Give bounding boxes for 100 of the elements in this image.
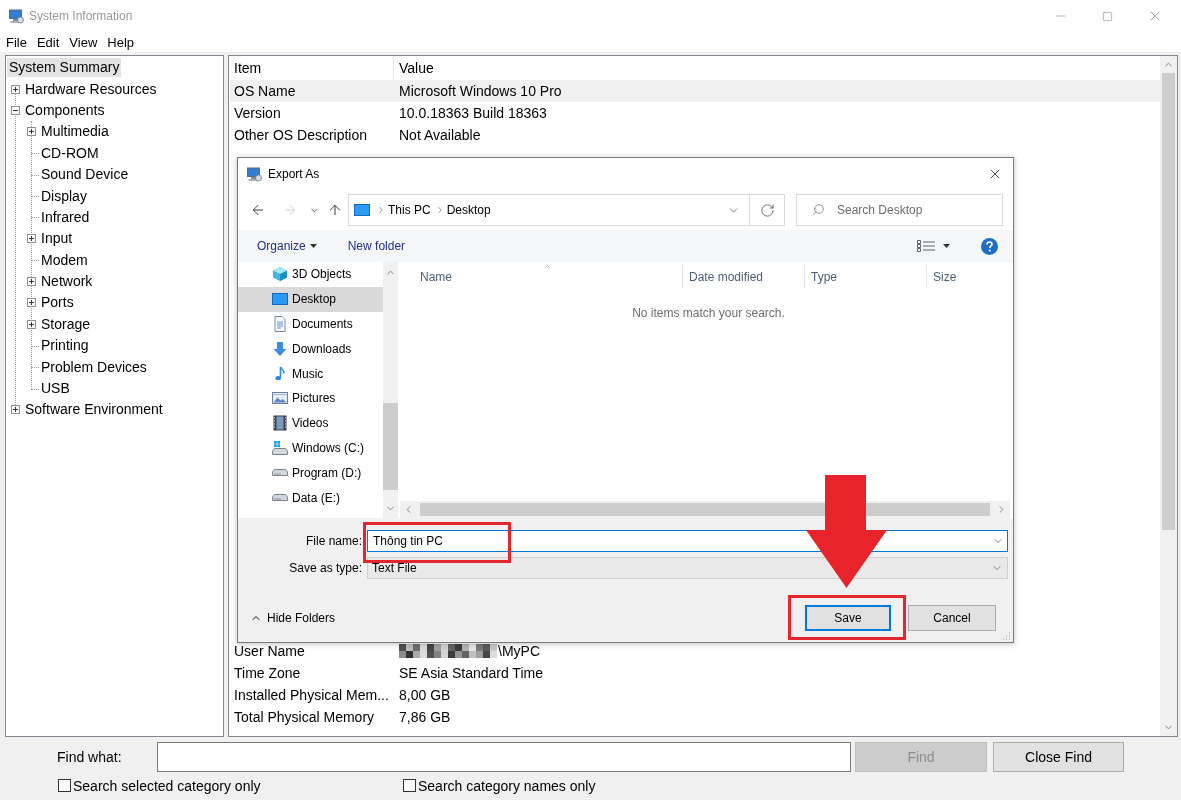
menu-item[interactable]: File <box>1 32 32 52</box>
checkbox-label[interactable]: Search category names only <box>418 777 596 794</box>
table-cell-text: Installed Physical Mem... <box>233 686 390 706</box>
tree-item[interactable]: Display <box>39 186 89 206</box>
address-bar[interactable]: This PC Desktop <box>348 194 785 226</box>
tree-item[interactable]: Input <box>39 229 75 249</box>
picture-icon <box>272 392 288 405</box>
plus-box-icon[interactable] <box>26 277 36 287</box>
toolbar-label: Organize <box>257 239 306 253</box>
download-arrow-icon <box>272 340 288 357</box>
scroll-thumb[interactable] <box>383 403 398 490</box>
plus-box-icon[interactable] <box>26 127 36 137</box>
dialog-button[interactable]: Cancel <box>908 605 996 631</box>
table-cell-text: Version <box>233 103 282 123</box>
tree-item[interactable]: Network <box>39 272 95 292</box>
table-cell-text: Microsoft Windows 10 Pro <box>398 81 563 101</box>
table-row[interactable]: User Name \MyPC <box>230 640 1160 663</box>
breadcrumb-item[interactable]: Desktop <box>444 203 493 217</box>
checkbox[interactable] <box>403 779 416 792</box>
plus-box-icon[interactable] <box>26 319 36 329</box>
nav-item[interactable]: 3D Objects <box>238 262 383 287</box>
file-type-dropdown[interactable]: Text File <box>367 557 1008 579</box>
scrollbar[interactable] <box>400 501 1010 518</box>
table-row[interactable]: Total Physical Memory 7,86 GB <box>230 706 1160 729</box>
plus-box-icon[interactable] <box>10 84 20 94</box>
menu-item[interactable]: View <box>64 32 103 52</box>
table-row[interactable]: OS Name Microsoft Windows 10 Pro <box>230 80 1160 103</box>
menu-item[interactable]: Edit <box>31 32 65 52</box>
table-cell-text: Time Zone <box>233 664 302 684</box>
tree-item[interactable]: CD-ROM <box>39 143 101 163</box>
tree-item[interactable]: Ports <box>39 293 76 313</box>
table-row[interactable]: Version 10.0.18363 Build 18363 <box>230 102 1160 125</box>
music-note-icon <box>275 366 285 382</box>
nav-item[interactable]: Videos <box>238 410 383 436</box>
nav-item[interactable]: Windows (C:) <box>238 435 383 461</box>
details-view-icon <box>917 239 935 253</box>
resize-grip-icon[interactable] <box>1002 631 1011 640</box>
tree-item[interactable]: Software Environment <box>23 400 165 420</box>
column-header[interactable]: Size <box>927 265 1013 288</box>
nav-item[interactable]: Program (D:) <box>238 460 383 486</box>
search-icon <box>812 203 825 216</box>
computer-icon <box>246 166 262 182</box>
nav-item[interactable]: Data (E:) <box>238 485 383 510</box>
computer-icon <box>8 8 24 24</box>
plus-box-icon[interactable] <box>10 405 20 415</box>
search-field[interactable]: Search Desktop <box>796 194 1003 226</box>
tree-item[interactable]: System Summary <box>7 58 122 78</box>
nav-item[interactable]: Downloads <box>238 336 383 362</box>
refresh-icon <box>759 202 775 218</box>
table-cell-text: Total Physical Memory <box>233 708 376 728</box>
nav-item[interactable]: Music <box>238 361 383 386</box>
find-bar-button[interactable]: Close Find <box>993 742 1124 772</box>
plus-box-icon[interactable] <box>26 234 36 244</box>
table-row[interactable]: Other OS Description Not Available <box>230 124 1160 147</box>
tree-item[interactable]: Hardware Resources <box>23 79 159 99</box>
desktop-icon <box>354 204 370 216</box>
tree-item[interactable]: Sound Device <box>39 165 131 185</box>
nav-item[interactable]: Pictures <box>238 386 383 411</box>
tree-item[interactable]: Storage <box>39 314 93 334</box>
column-header[interactable]: Type <box>805 265 927 288</box>
table-cell-text: User Name <box>233 641 306 661</box>
scrollbar[interactable] <box>1160 56 1177 736</box>
plus-box-icon[interactable] <box>26 298 36 308</box>
film-icon <box>273 415 287 432</box>
tree-item[interactable]: Multimedia <box>39 122 111 142</box>
caret-icon <box>943 244 950 248</box>
table-cell-text: SE Asia Standard Time <box>398 664 544 684</box>
tree-item[interactable]: Printing <box>39 336 91 356</box>
dialog-button[interactable]: Save <box>805 605 891 631</box>
hide-folders-button[interactable]: Hide Folders <box>250 611 336 625</box>
nav-item[interactable]: Documents <box>238 311 383 337</box>
tree-item[interactable]: Components <box>23 100 107 120</box>
scroll-thumb[interactable] <box>420 503 990 516</box>
scrollbar[interactable] <box>383 262 398 518</box>
toolbar-button[interactable]: New folder <box>341 234 412 258</box>
table-cell-text: Not Available <box>398 125 482 145</box>
checkbox-label[interactable]: Search selected category only <box>73 777 261 794</box>
nav-item[interactable]: Desktop <box>238 286 383 312</box>
scroll-thumb[interactable] <box>1162 73 1175 530</box>
table-cell-text: 8,00 GB <box>398 686 452 706</box>
table-row[interactable]: Time Zone SE Asia Standard Time <box>230 662 1160 685</box>
tree-item[interactable]: Problem Devices <box>39 357 149 377</box>
tree-item[interactable]: USB <box>39 379 72 399</box>
help-button[interactable] <box>981 237 998 255</box>
table-cell-text: 10.0.18363 Build 18363 <box>398 103 548 123</box>
column-header[interactable]: Date modified <box>683 265 805 288</box>
tree-item[interactable]: Infrared <box>39 207 92 227</box>
empty-message: No items match your search. <box>632 306 785 320</box>
menu-item[interactable]: Help <box>102 32 140 52</box>
table-row[interactable]: Installed Physical Mem... 8,00 GB <box>230 684 1160 707</box>
scroll-right-icon[interactable] <box>996 504 1007 515</box>
tree-item[interactable]: Modem <box>39 250 90 270</box>
checkbox[interactable] <box>58 779 71 792</box>
breadcrumb-item[interactable]: This PC <box>386 203 433 217</box>
column-header[interactable]: Value <box>394 56 786 80</box>
minus-box-icon[interactable] <box>10 105 20 115</box>
toolbar-button[interactable]: Organize <box>251 234 323 258</box>
find-field[interactable] <box>157 742 851 772</box>
desktop-icon <box>272 293 288 306</box>
column-header[interactable]: Name <box>400 265 683 288</box>
